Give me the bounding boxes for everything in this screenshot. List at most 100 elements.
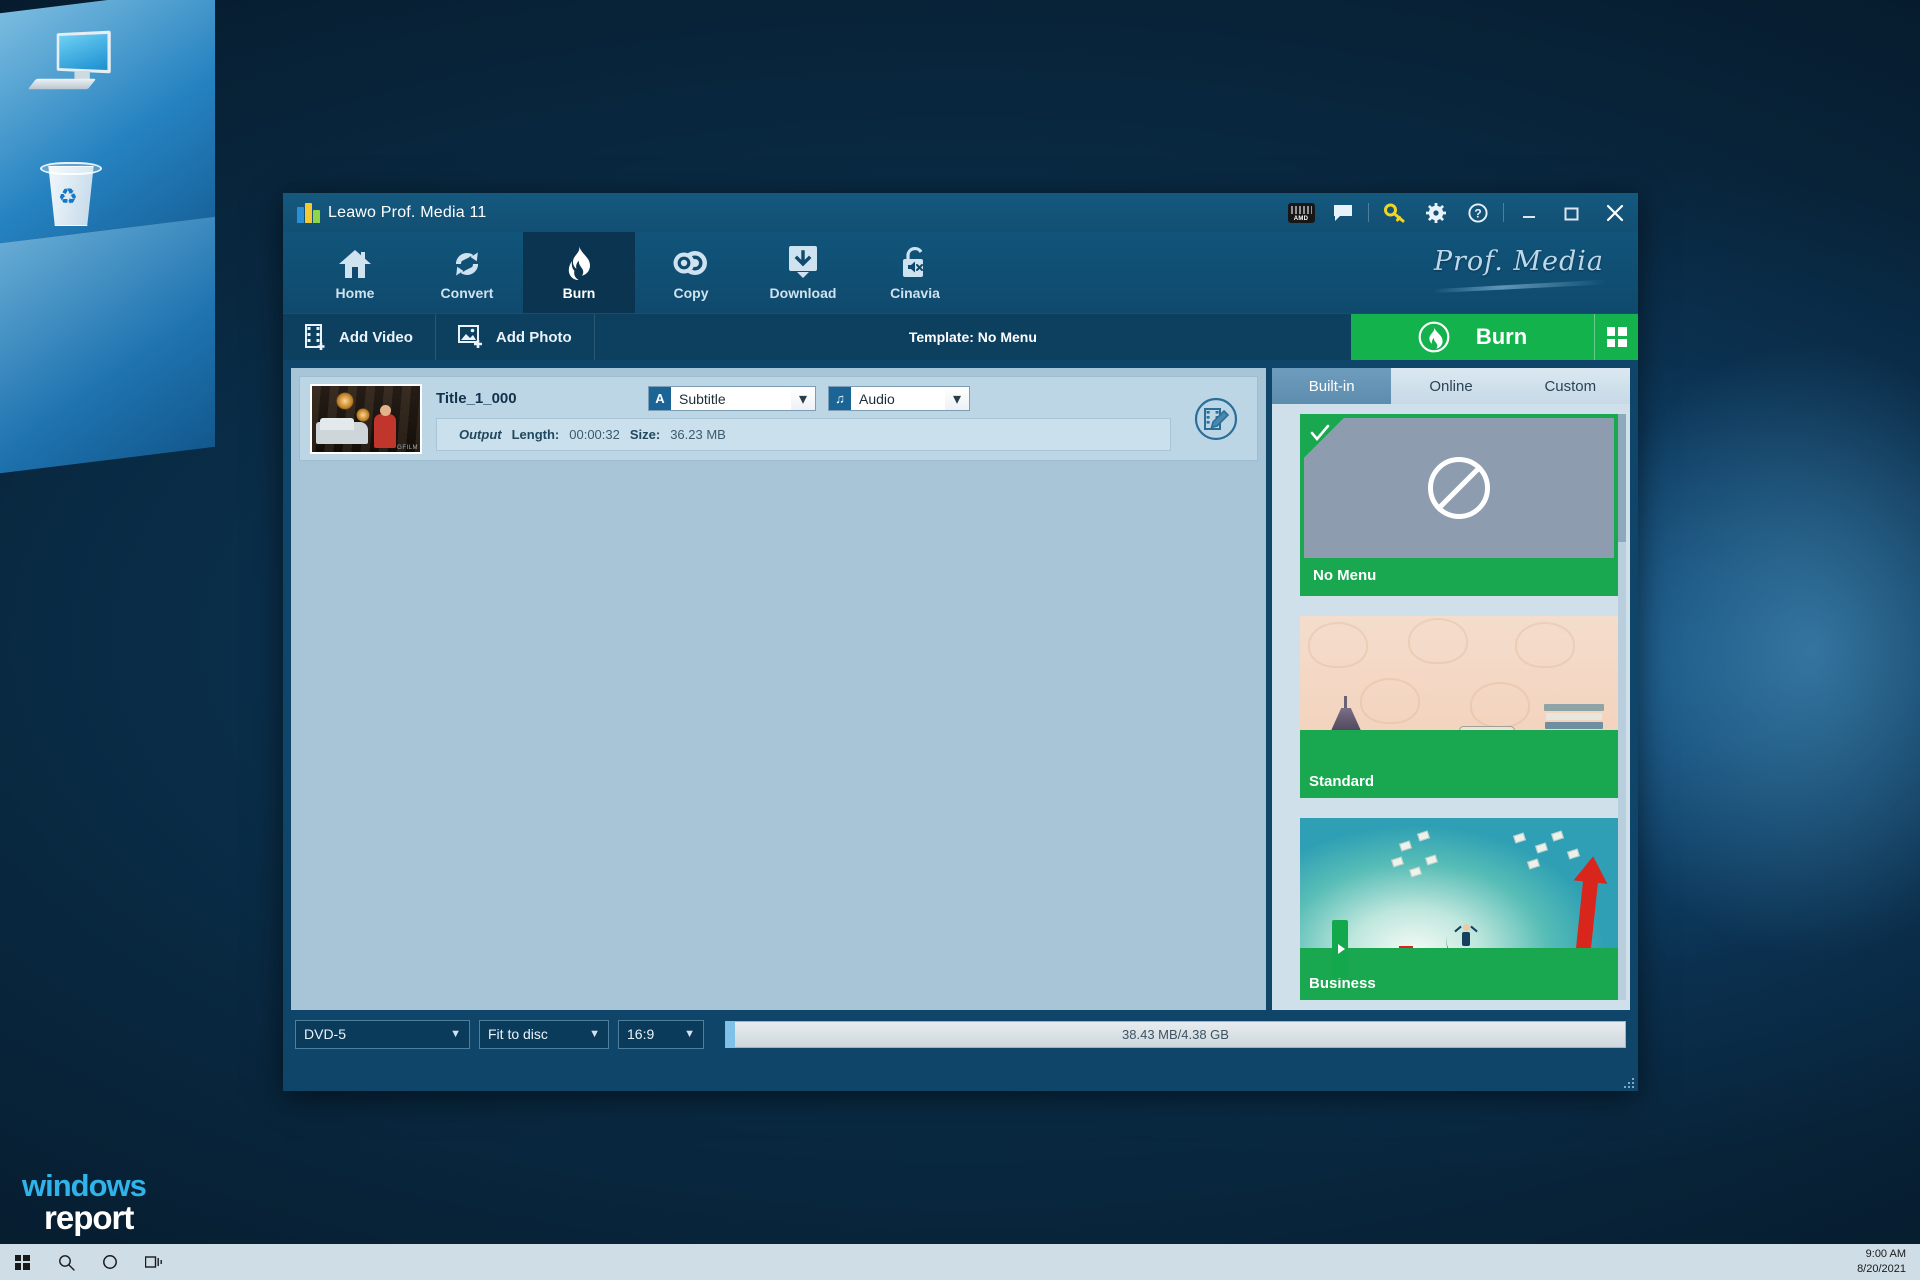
fit-mode-value: Fit to disc bbox=[488, 1026, 548, 1042]
nav-item-download[interactable]: Download bbox=[747, 232, 859, 313]
chevron-down-icon: ▾ bbox=[945, 387, 969, 410]
amd-badge[interactable]: AMD bbox=[1280, 193, 1322, 232]
file-title: Title_1_000 bbox=[436, 390, 517, 407]
audio-select[interactable]: ♫ Audio ▾ bbox=[828, 386, 970, 411]
cortana-icon bbox=[103, 1255, 117, 1269]
clock-time: 9:00 AM bbox=[1865, 1248, 1906, 1261]
template-status-label: Template: No Menu bbox=[908, 329, 1037, 345]
chevron-down-icon: ▼ bbox=[450, 1028, 461, 1040]
scrollbar-thumb[interactable] bbox=[1618, 414, 1626, 542]
register-button[interactable] bbox=[1373, 193, 1415, 232]
aspect-ratio-select[interactable]: 16:9 ▼ bbox=[618, 1019, 704, 1049]
maximize-button[interactable] bbox=[1550, 193, 1592, 232]
question-mark-icon: ? bbox=[1468, 202, 1488, 223]
brand-logo: Prof. Media bbox=[1433, 246, 1604, 293]
task-view-icon bbox=[145, 1256, 162, 1268]
windows-start-icon bbox=[14, 1254, 30, 1270]
capacity-text: 38.43 MB/4.38 GB bbox=[1122, 1026, 1229, 1042]
start-button[interactable] bbox=[0, 1244, 44, 1280]
download-icon bbox=[787, 245, 819, 281]
watermark-line-1: windows bbox=[22, 1168, 147, 1203]
panel-collapse-handle[interactable] bbox=[1332, 920, 1348, 978]
audio-select-value: Audio bbox=[859, 390, 895, 407]
burn-button[interactable]: Burn bbox=[1351, 314, 1594, 360]
task-view-button[interactable] bbox=[132, 1244, 176, 1280]
nav-item-copy[interactable]: Copy bbox=[635, 232, 747, 313]
maximize-icon bbox=[1564, 207, 1579, 220]
svg-text:?: ? bbox=[1474, 206, 1481, 220]
nav-label: Convert bbox=[440, 284, 494, 301]
title-bar: Leawo Prof. Media 11 AMD ? bbox=[283, 193, 1638, 232]
application-window: Leawo Prof. Media 11 AMD ? Home Convert … bbox=[283, 193, 1638, 1091]
video-thumbnail: GFILM bbox=[310, 383, 422, 454]
close-button[interactable] bbox=[1592, 193, 1638, 232]
nav-item-convert[interactable]: Convert bbox=[411, 232, 523, 313]
tab-built-in[interactable]: Built-in bbox=[1272, 368, 1392, 404]
search-button[interactable] bbox=[44, 1244, 88, 1280]
search-icon bbox=[58, 1254, 75, 1271]
tab-custom[interactable]: Custom bbox=[1510, 368, 1630, 404]
subtitle-select[interactable]: A Subtitle ▾ bbox=[648, 386, 816, 411]
nav-item-home[interactable]: Home bbox=[299, 232, 411, 313]
convert-arrows-icon bbox=[450, 245, 484, 281]
close-icon bbox=[1606, 204, 1624, 221]
leawo-logo-icon bbox=[297, 202, 320, 223]
burn-flame-circle-icon bbox=[1418, 321, 1450, 353]
audio-badge-icon: ♫ bbox=[829, 387, 851, 410]
window-title: Leawo Prof. Media 11 bbox=[328, 203, 487, 221]
divider bbox=[1368, 203, 1369, 222]
edit-video-button[interactable] bbox=[1185, 397, 1247, 441]
add-video-label: Add Video bbox=[339, 328, 413, 346]
template-scrollbar[interactable] bbox=[1618, 414, 1626, 1000]
size-label: Size: bbox=[629, 427, 661, 442]
nav-label: Home bbox=[335, 284, 375, 301]
minimize-button[interactable] bbox=[1508, 193, 1550, 232]
divider bbox=[1503, 203, 1504, 222]
nav-item-burn[interactable]: Burn bbox=[523, 232, 635, 313]
feedback-button[interactable] bbox=[1322, 193, 1364, 232]
template-card-standard[interactable]: Standard bbox=[1300, 616, 1618, 799]
nav-item-cinavia[interactable]: Cinavia bbox=[859, 232, 971, 313]
template-tabs: Built-in Online Custom bbox=[1272, 368, 1630, 404]
add-photo-button[interactable]: Add Photo bbox=[436, 314, 595, 360]
chevron-down-icon: ▼ bbox=[684, 1028, 695, 1040]
disc-type-select[interactable]: DVD-5 ▼ bbox=[295, 1019, 470, 1049]
file-info-top-row: Title_1_000 A Subtitle ▾ ♫ Audio ▾ bbox=[436, 386, 1171, 411]
key-icon bbox=[1383, 203, 1404, 222]
template-name: Standard bbox=[1300, 764, 1618, 799]
selected-check-icon bbox=[1304, 418, 1344, 458]
desktop-icon-this-pc[interactable] bbox=[27, 26, 114, 100]
file-list-item[interactable]: GFILM Title_1_000 A Subtitle ▾ ♫ Audio ▾… bbox=[299, 376, 1258, 461]
monitor-icon bbox=[27, 26, 114, 100]
chevron-right-icon bbox=[1337, 944, 1345, 954]
brand-swoosh bbox=[1433, 279, 1604, 293]
capacity-fill bbox=[726, 1021, 735, 1047]
capacity-bar: 38.43 MB/4.38 GB bbox=[725, 1020, 1626, 1048]
desktop-icon-recycle-bin[interactable]: ♻ bbox=[28, 158, 114, 232]
recycle-bin-icon: ♻ bbox=[28, 158, 114, 232]
output-label: Output bbox=[459, 427, 502, 442]
flame-icon bbox=[562, 245, 596, 281]
template-card-no-menu[interactable]: No Menu bbox=[1300, 414, 1618, 597]
home-icon bbox=[337, 245, 373, 281]
chevron-down-icon: ▾ bbox=[791, 387, 815, 410]
taskbar-clock[interactable]: 9:00 AM 8/20/2021 bbox=[1857, 1247, 1920, 1277]
template-panel: Built-in Online Custom No Menu Standard … bbox=[1272, 368, 1630, 1010]
length-value: 00:00:32 bbox=[569, 427, 620, 442]
photo-add-icon bbox=[457, 325, 482, 348]
main-navigation: Home Convert Burn Copy Download Cinavia … bbox=[283, 232, 1638, 313]
template-list: No Menu Standard Business bbox=[1272, 404, 1630, 1010]
fit-mode-select[interactable]: Fit to disc ▼ bbox=[479, 1019, 609, 1049]
disc-icon bbox=[673, 245, 709, 281]
help-button[interactable]: ? bbox=[1457, 193, 1499, 232]
action-toolbar: Add Video Add Photo Template: No Menu Bu… bbox=[283, 313, 1638, 360]
wallpaper-pane-2 bbox=[0, 216, 215, 474]
add-video-button[interactable]: Add Video bbox=[283, 314, 436, 360]
burn-options-button[interactable] bbox=[1594, 314, 1638, 360]
settings-button[interactable] bbox=[1415, 193, 1457, 232]
cortana-button[interactable] bbox=[88, 1244, 132, 1280]
tab-online[interactable]: Online bbox=[1391, 368, 1511, 404]
burn-label: Burn bbox=[1475, 324, 1528, 349]
grid-icon bbox=[1606, 327, 1627, 347]
resize-grip[interactable] bbox=[1622, 1076, 1634, 1088]
